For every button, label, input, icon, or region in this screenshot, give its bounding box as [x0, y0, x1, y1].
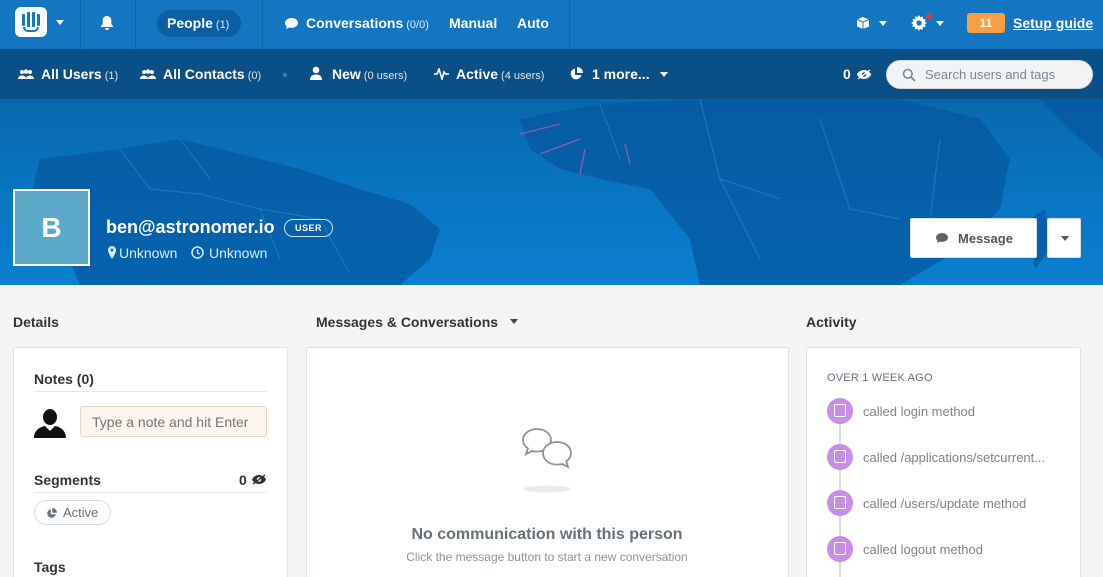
- tab-auto[interactable]: Auto: [517, 15, 549, 31]
- user-email: ben@astronomer.io: [106, 217, 275, 237]
- segment-more-dropdown[interactable]: 1 more...: [592, 66, 650, 82]
- segments-title: Segments: [34, 472, 101, 488]
- activity-item: called login method: [863, 404, 976, 419]
- profile-header: B ben@astronomer.io USER Unknown Unknown…: [0, 99, 1103, 285]
- box-menu-chevron-icon[interactable]: [879, 21, 887, 26]
- visible-count: 0: [843, 66, 851, 82]
- chat-bubble-icon: [285, 18, 298, 29]
- activity-column-title: Activity: [806, 314, 857, 330]
- message-button-label: Message: [958, 231, 1013, 246]
- notes-title: Notes (0): [34, 371, 94, 387]
- setup-guide-link[interactable]: Setup guide: [1013, 15, 1093, 31]
- activity-item: called /applications/setcurrent...: [863, 450, 1046, 465]
- activity-item: called logout method: [863, 542, 983, 557]
- calendar-check-icon: [827, 536, 853, 562]
- user-type-badge: USER: [284, 219, 334, 237]
- separator-dot: [283, 73, 287, 77]
- activity-item: called /users/update method: [863, 496, 1027, 511]
- app-menu-chevron-icon[interactable]: [56, 20, 64, 25]
- messages-filter-chevron-icon[interactable]: [510, 319, 518, 324]
- more-segments-chevron-icon[interactable]: [660, 72, 668, 77]
- calendar-check-icon: [827, 398, 853, 424]
- search-icon: [902, 68, 916, 82]
- eye-icon[interactable]: [856, 69, 872, 80]
- settings-chevron-icon[interactable]: [936, 21, 944, 26]
- details-column-title: Details: [13, 314, 59, 330]
- pie-chart-icon: [570, 67, 583, 80]
- empty-state-title: No communication with this person: [411, 526, 683, 543]
- segment-pill-active[interactable]: Active: [34, 500, 112, 525]
- notification-dot: [926, 13, 932, 19]
- calendar-check-icon: [827, 490, 853, 516]
- user-timezone: Unknown: [209, 245, 268, 261]
- messages-column-title[interactable]: Messages & Conversations: [316, 314, 498, 330]
- bell-icon[interactable]: [100, 15, 114, 31]
- chevron-down-icon: [1061, 236, 1069, 241]
- location-pin-icon: [108, 246, 116, 259]
- tab-manual[interactable]: Manual: [449, 15, 497, 31]
- pie-chart-icon: [47, 508, 57, 518]
- conversations-icon: [522, 428, 572, 493]
- user-location: Unknown: [119, 245, 178, 261]
- calendar-check-icon: [827, 444, 853, 470]
- empty-state-subtitle: Click the message button to start a new …: [406, 550, 688, 564]
- segment-active[interactable]: Active (4 users): [456, 66, 544, 82]
- setup-guide-badge[interactable]: 11: [967, 13, 1005, 33]
- search-box[interactable]: [886, 60, 1093, 89]
- tab-people-label[interactable]: People (1): [167, 15, 229, 31]
- activity-pulse-icon: [434, 68, 449, 80]
- eye-icon[interactable]: [251, 474, 267, 485]
- segment-navigation: All Users (1) All Contacts (0) New (0 users…: [0, 49, 1103, 99]
- clock-icon: [191, 246, 204, 259]
- user-silhouette-icon: [34, 409, 66, 438]
- segment-all-contacts[interactable]: All Contacts (0): [163, 66, 261, 82]
- note-input[interactable]: [80, 406, 267, 437]
- avatar: B: [13, 189, 90, 266]
- gear-icon[interactable]: [911, 15, 927, 31]
- box-icon[interactable]: [856, 16, 870, 30]
- intercom-logo-icon[interactable]: [15, 7, 47, 37]
- users-icon: [18, 69, 34, 79]
- activity-group-label: OVER 1 WEEK AGO: [827, 372, 933, 384]
- search-input[interactable]: [925, 67, 1085, 82]
- person-icon: [310, 66, 322, 80]
- message-options-dropdown[interactable]: [1047, 218, 1081, 258]
- tags-title: Tags: [34, 559, 66, 575]
- chat-bubble-icon: [936, 233, 948, 243]
- segment-new[interactable]: New (0 users): [332, 66, 407, 82]
- message-button[interactable]: Message: [910, 218, 1037, 258]
- segments-count: 0: [239, 472, 247, 488]
- tab-conversations[interactable]: Conversations (0/0): [306, 15, 429, 31]
- top-navigation: People (1) Conversations (0/0) Manual Auto…: [0, 0, 1103, 49]
- segment-all-users[interactable]: All Users (1): [41, 66, 118, 82]
- contacts-icon: [140, 69, 156, 79]
